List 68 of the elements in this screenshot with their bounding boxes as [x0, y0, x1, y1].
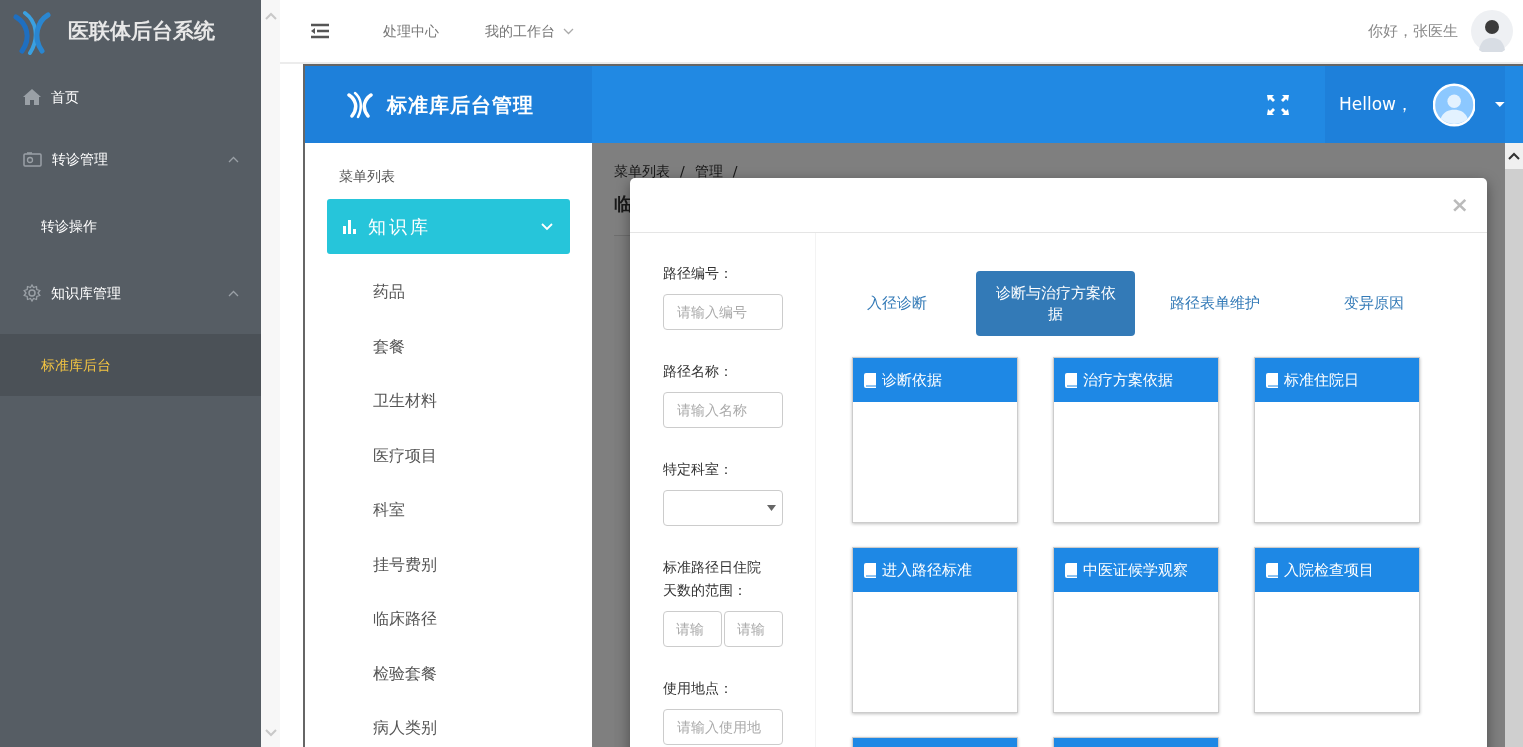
menu-item[interactable]: 临床路径	[327, 592, 570, 647]
menu-item[interactable]: 医疗项目	[327, 428, 570, 483]
field-label: 特定科室：	[663, 460, 734, 479]
sidebar-item[interactable]: 知识库管理	[0, 262, 261, 324]
tab[interactable]: 诊断与治疗方案依据	[976, 271, 1135, 336]
sidebar-subitem[interactable]: 标准库后台	[0, 334, 261, 396]
field-label: 使用地点：	[663, 679, 734, 698]
breadcrumb-link[interactable]: 菜单列表	[614, 161, 670, 182]
card-title: 诊断依据	[882, 369, 942, 391]
sidebar-subitem[interactable]: 转诊操作	[0, 195, 261, 257]
sidebar-item[interactable]: 转诊管理	[0, 128, 261, 190]
greeting-text: 你好，张医生	[1368, 20, 1458, 42]
book-icon	[864, 372, 876, 388]
card-title: 进入路径标准	[882, 559, 972, 581]
logo-icon	[347, 90, 373, 119]
input-field[interactable]: 请输	[663, 611, 722, 647]
book-icon	[1065, 372, 1077, 388]
menu-item[interactable]: 病人类别	[327, 701, 570, 747]
chevron-down-icon	[563, 27, 574, 35]
menu-item[interactable]: 套餐	[327, 319, 570, 374]
breadcrumb-separator: /	[680, 162, 685, 181]
tab[interactable]: 路径表单维护	[1135, 271, 1294, 336]
breadcrumb-link[interactable]: 管理	[694, 161, 723, 182]
caret-icon	[228, 155, 239, 163]
avatar[interactable]	[1471, 10, 1513, 52]
bar-chart-icon	[343, 219, 358, 234]
field-label: 路径名称：	[663, 362, 734, 381]
menu-item[interactable]: 药品	[327, 265, 570, 320]
field-label: 标准路径日住院天数的范围：	[663, 558, 762, 600]
menu-icon[interactable]	[310, 23, 330, 39]
card-title: 中医证候学观察	[1083, 559, 1188, 581]
book-icon	[864, 562, 876, 578]
caret-icon	[228, 289, 239, 297]
input-field[interactable]: 请输入使用地	[663, 709, 783, 745]
nav-link[interactable]: 处理中心	[383, 20, 439, 42]
tab[interactable]: 入径诊断	[817, 271, 976, 336]
caret-icon	[767, 505, 776, 511]
input-field[interactable]: 请输	[724, 611, 783, 647]
fullscreen-icon[interactable]	[1267, 94, 1289, 115]
menu-item[interactable]: 卫生材料	[327, 374, 570, 429]
breadcrumb-separator: /	[732, 162, 738, 181]
user-avatar[interactable]	[1433, 82, 1476, 127]
scroll-up-icon[interactable]	[1508, 152, 1520, 160]
caret-icon[interactable]	[1495, 101, 1505, 108]
settings-icon	[23, 284, 41, 302]
user-greeting: Hellow，	[1339, 92, 1413, 116]
home-icon	[23, 89, 41, 105]
logo-title: 医联体后台系统	[68, 18, 215, 46]
input-field[interactable]: 请输入名称	[663, 392, 783, 428]
field-label: 路径编号：	[663, 264, 734, 283]
menu-item[interactable]: 挂号费别	[327, 537, 570, 592]
logo-icon	[12, 9, 52, 55]
sidebar-item[interactable]: 首页	[0, 66, 261, 128]
book-icon	[1065, 562, 1077, 578]
card-title: 标准住院日	[1284, 369, 1359, 391]
chevron-icon	[541, 222, 553, 231]
book-icon	[1266, 372, 1278, 388]
input-field[interactable]: 请输入编号	[663, 294, 783, 330]
menu-item[interactable]: 检验套餐	[327, 646, 570, 701]
menu-item[interactable]: 科室	[327, 483, 570, 538]
panel-heading: 菜单列表	[338, 166, 396, 186]
card-title: 入院检查项目	[1284, 559, 1374, 581]
book-icon	[1266, 562, 1278, 578]
app-title: 标准库后台管理	[387, 91, 534, 119]
card-title: 治疗方案依据	[1083, 369, 1173, 391]
select-field[interactable]	[663, 490, 783, 526]
nav-link[interactable]: 我的工作台	[485, 20, 574, 42]
tab[interactable]: 变异原因	[1294, 271, 1453, 336]
